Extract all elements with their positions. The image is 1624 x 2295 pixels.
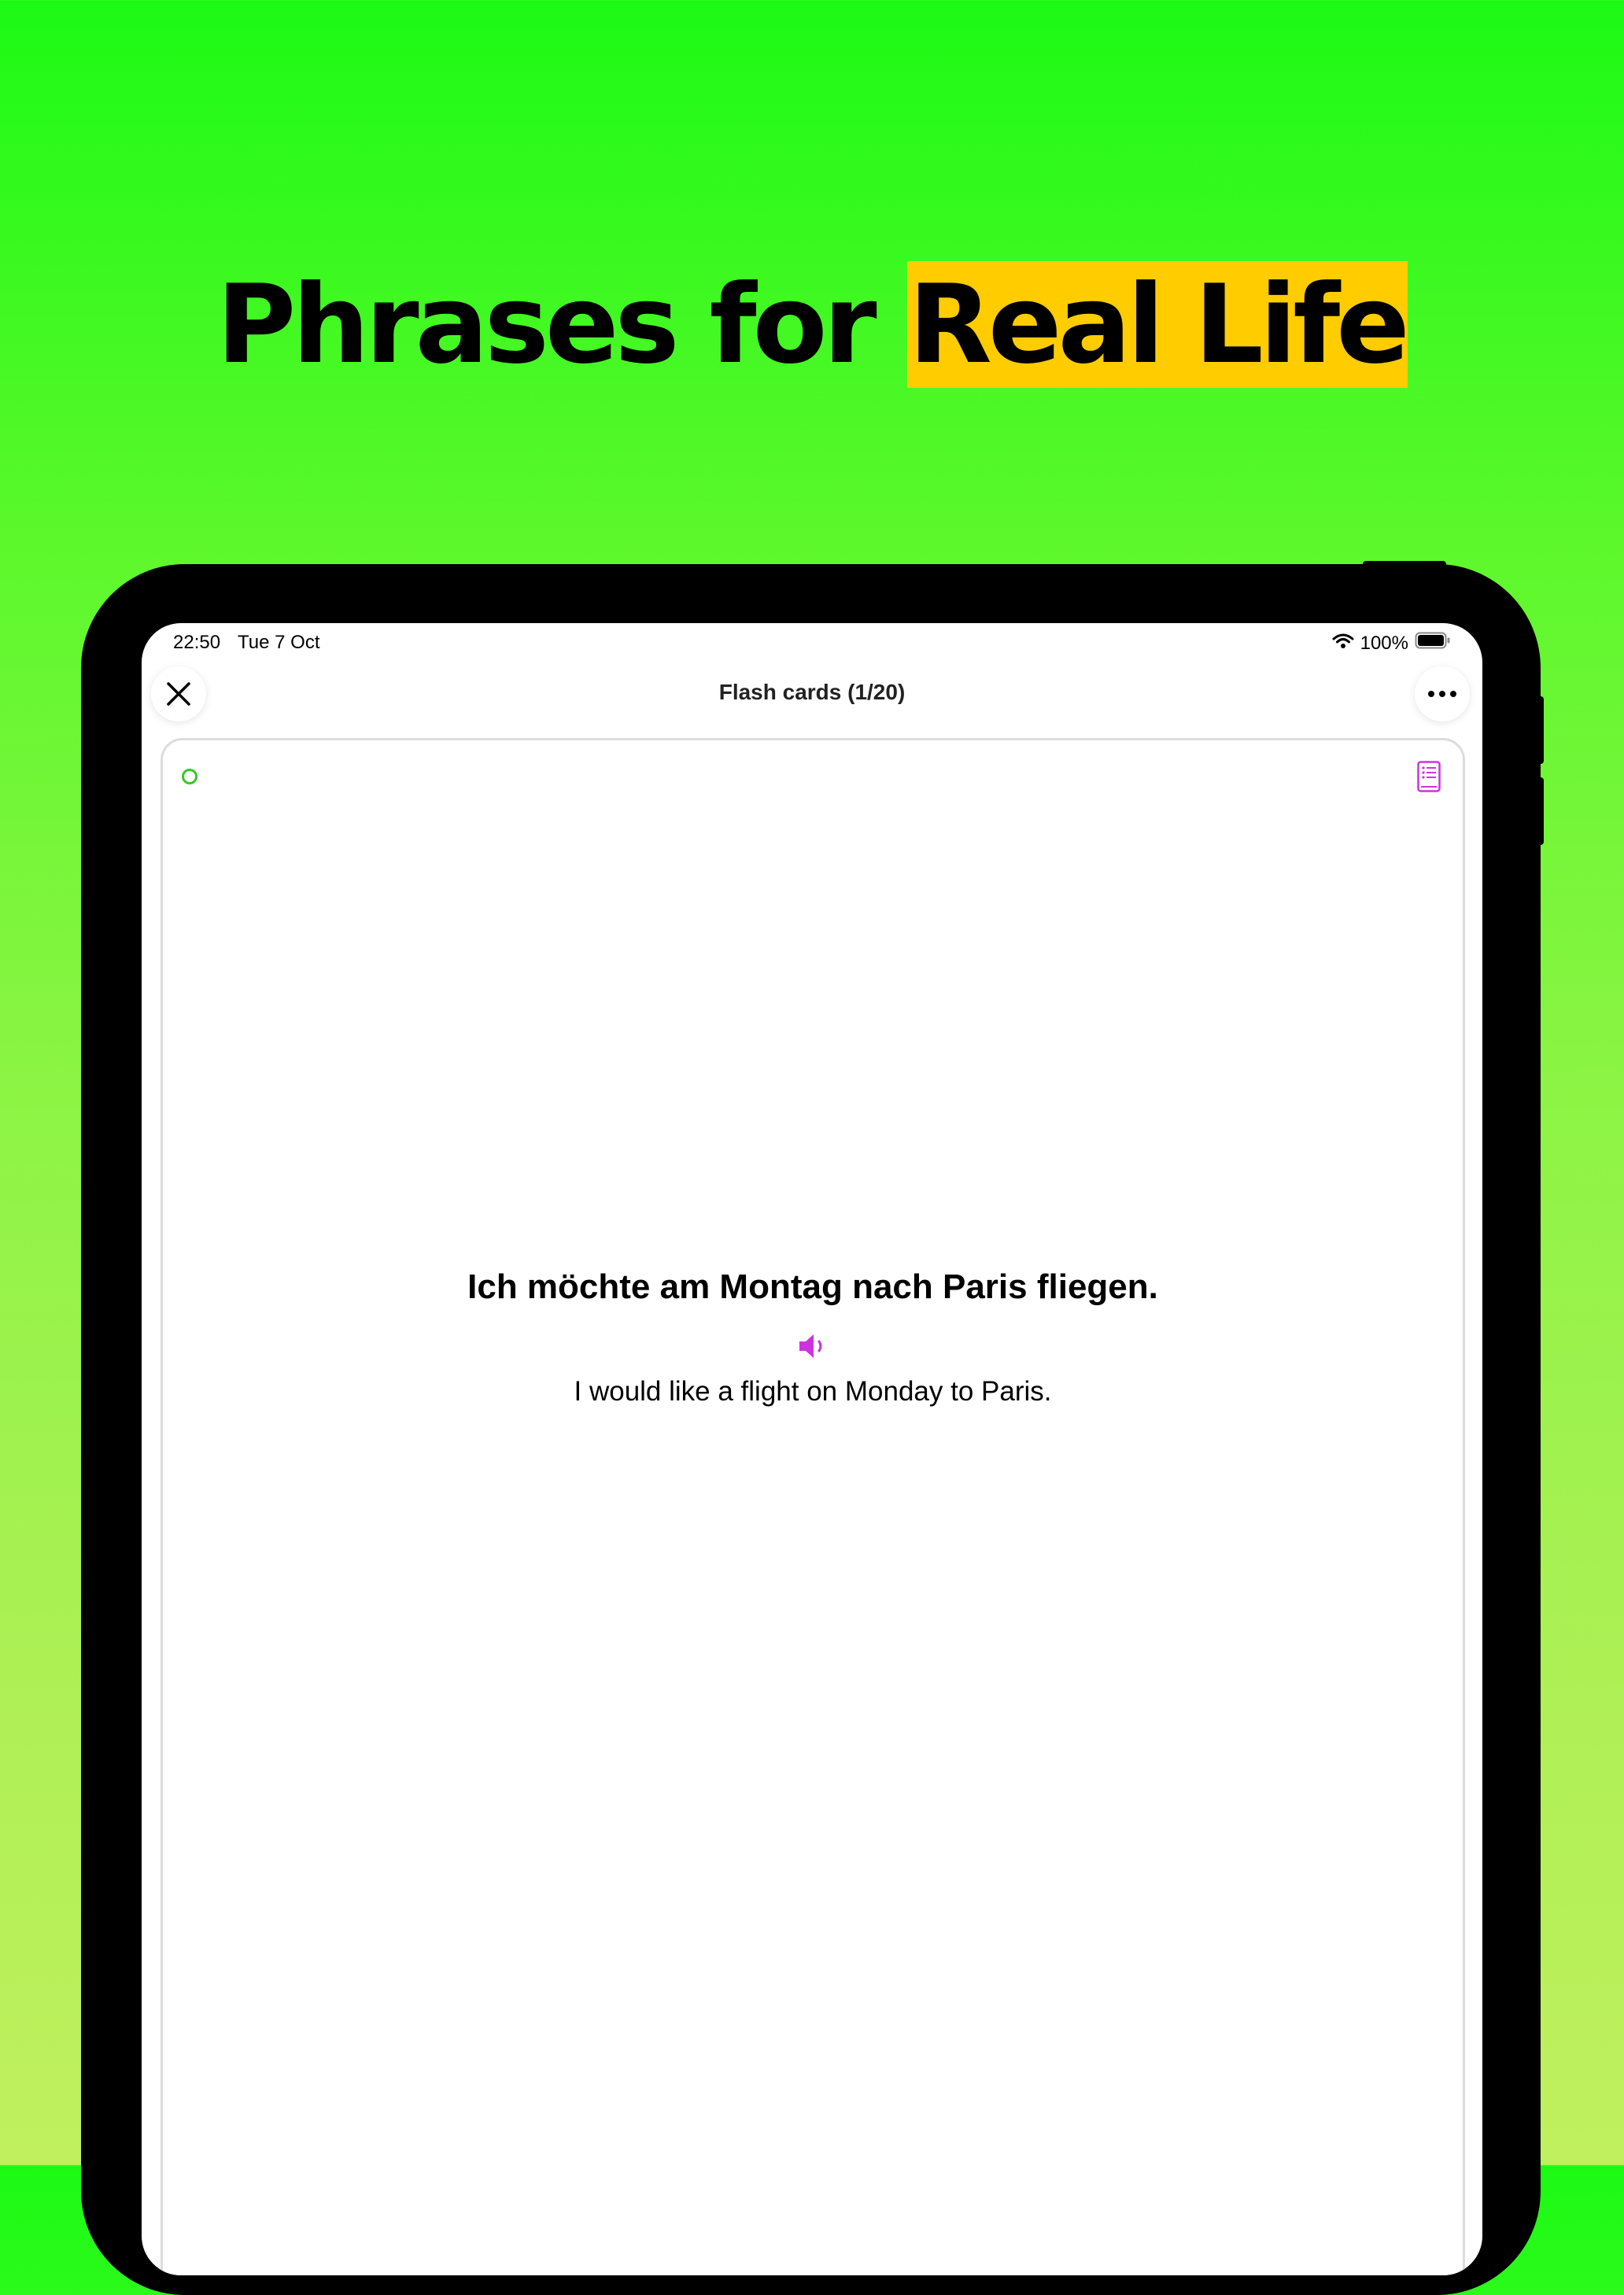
status-indicators: 100% [1332,632,1451,655]
notes-button[interactable] [1417,761,1441,796]
status-bar: 22:50 Tue 7 Oct 100% [142,623,1482,662]
battery-icon [1415,632,1451,655]
flash-card[interactable]: Ich möchte am Montag nach Paris fliegen.… [161,738,1465,2275]
play-audio-button[interactable] [797,1330,829,1366]
status-date: Tue 7 Oct [238,632,320,653]
status-time: 22:50 [173,632,221,653]
device-volume-up-button [1534,696,1544,764]
device-top-button [1363,561,1446,569]
tablet-screen: 22:50 Tue 7 Oct 100% Flash cards (1/20) … [142,623,1482,2275]
battery-percent: 100% [1360,632,1408,654]
nav-bar: Flash cards (1/20) [142,662,1482,725]
more-icon [1428,691,1456,697]
card-status-indicator [182,769,197,784]
more-button[interactable] [1415,666,1470,721]
phrase-german: Ich möchte am Montag nach Paris fliegen. [467,1267,1158,1306]
headline-prefix: Phrases for [216,261,907,388]
device-volume-down-button [1534,777,1544,845]
notes-icon [1417,761,1441,792]
phrase-english: I would like a flight on Monday to Paris… [574,1376,1052,1407]
page-title: Flash cards (1/20) [718,680,906,704]
wifi-icon [1332,633,1354,655]
speaker-icon [799,1334,822,1358]
headline: Phrases for Real Life [0,260,1624,389]
headline-highlight: Real Life [906,261,1410,388]
